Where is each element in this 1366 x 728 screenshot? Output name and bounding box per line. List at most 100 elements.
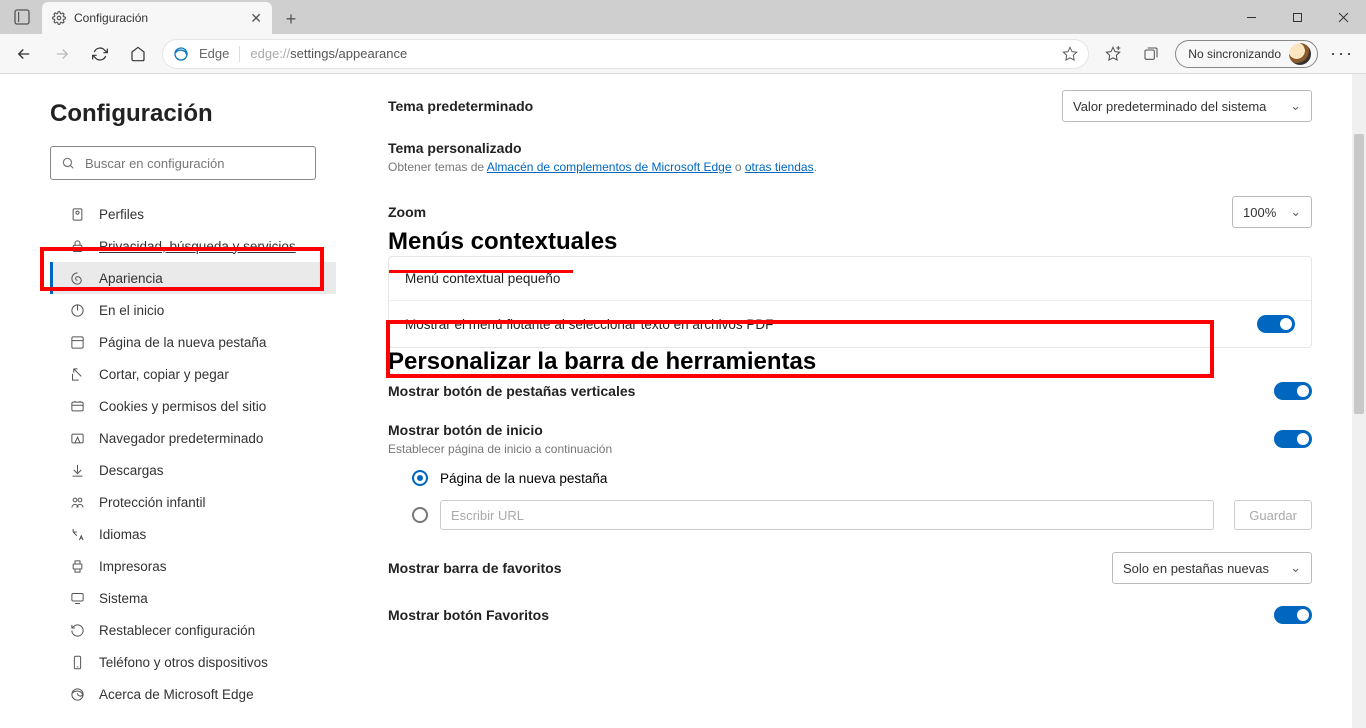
addons-store-link[interactable]: Almacén de complementos de Microsoft Edg…	[487, 160, 732, 174]
settings-content: Tema predeterminado Valor predeterminado…	[348, 74, 1352, 728]
refresh-button[interactable]	[86, 40, 114, 68]
minimize-button[interactable]	[1228, 0, 1274, 34]
sidebar-item-label: Protección infantil	[99, 495, 206, 510]
sidebar-item-p-gina-de-la-nueva-pesta-a[interactable]: Página de la nueva pestaña	[50, 326, 336, 358]
home-button-sub: Establecer página de inicio a continuaci…	[388, 442, 612, 456]
sidebar-item-label: Cookies y permisos del sitio	[99, 399, 266, 414]
sidebar-item-cortar-copiar-y-pegar[interactable]: Cortar, copiar y pegar	[50, 358, 336, 390]
collections-icon[interactable]	[1137, 40, 1165, 68]
mini-context-menu-row[interactable]: Menú contextual pequeño	[389, 257, 1311, 301]
default-theme-label: Tema predeterminado	[388, 98, 533, 114]
nav-icon	[69, 462, 85, 478]
nav-icon	[69, 430, 85, 446]
maximize-button[interactable]	[1274, 0, 1320, 34]
sidebar-item-descargas[interactable]: Descargas	[50, 454, 336, 486]
sidebar-item-perfiles[interactable]: Perfiles	[50, 198, 336, 230]
pdf-hover-menu-row: Mostrar el menú flotante al seleccionar …	[389, 301, 1311, 347]
home-button-label: Mostrar botón de inicio	[388, 422, 612, 438]
sidebar-item-tel-fono-y-otros-dispositivos[interactable]: Teléfono y otros dispositivos	[50, 646, 336, 678]
chevron-down-icon: ⌄	[1290, 204, 1301, 220]
profile-sync-pill[interactable]: No sincronizando	[1175, 40, 1318, 68]
zoom-select[interactable]: 100% ⌄	[1232, 196, 1312, 228]
search-input[interactable]: Buscar en configuración	[50, 146, 316, 180]
sidebar-item-restablecer-configuraci-n[interactable]: Restablecer configuración	[50, 614, 336, 646]
zoom-label: Zoom	[388, 204, 426, 220]
tab-title: Configuración	[74, 11, 242, 25]
home-button-toggle[interactable]	[1274, 430, 1312, 448]
sidebar-item-en-el-inicio[interactable]: En el inicio	[50, 294, 336, 326]
sync-label: No sincronizando	[1188, 47, 1281, 61]
nav-icon	[69, 558, 85, 574]
home-button[interactable]	[124, 40, 152, 68]
nav-icon	[69, 494, 85, 510]
sidebar-item-label: Privacidad, búsqueda y servicios	[99, 239, 296, 254]
avatar	[1289, 43, 1311, 65]
forward-button[interactable]	[48, 40, 76, 68]
pdf-hover-toggle[interactable]	[1257, 315, 1295, 333]
sidebar-item-label: Cortar, copiar y pegar	[99, 367, 229, 382]
default-theme-select[interactable]: Valor predeterminado del sistema ⌄	[1062, 90, 1312, 122]
favorites-bar-select[interactable]: Solo en pestañas nuevas ⌄	[1112, 552, 1312, 584]
tab-actions-icon[interactable]	[8, 3, 36, 31]
nav-icon	[69, 366, 85, 382]
save-url-button[interactable]: Guardar	[1234, 500, 1312, 530]
sidebar-item-sistema[interactable]: Sistema	[50, 582, 336, 614]
edge-icon	[173, 46, 189, 62]
vertical-tabs-toggle[interactable]	[1274, 382, 1312, 400]
favorites-icon[interactable]	[1099, 40, 1127, 68]
context-menus-heading: Menús contextuales	[388, 228, 1312, 256]
new-tab-button[interactable]: +	[276, 4, 306, 34]
sidebar-item-apariencia[interactable]: Apariencia	[50, 262, 336, 294]
nav-icon	[69, 270, 85, 286]
close-tab-icon[interactable]: ✕	[250, 10, 262, 27]
nav-icon	[69, 654, 85, 670]
custom-theme-sub: Obtener temas de Almacén de complementos…	[388, 160, 1312, 174]
sidebar-item-navegador-predeterminado[interactable]: Navegador predeterminado	[50, 422, 336, 454]
chevron-down-icon: ⌄	[1290, 98, 1301, 114]
nav-icon	[69, 238, 85, 254]
separator	[239, 46, 240, 62]
more-icon[interactable]: ···	[1328, 40, 1356, 68]
sidebar-item-protecci-n-infantil[interactable]: Protección infantil	[50, 486, 336, 518]
gear-icon	[52, 11, 66, 25]
sidebar-item-cookies-y-permisos-del-sitio[interactable]: Cookies y permisos del sitio	[50, 390, 336, 422]
nav-icon	[69, 334, 85, 350]
browser-toolbar: Edge edge://settings/appearance No sincr…	[0, 34, 1366, 74]
sidebar-item-idiomas[interactable]: Idiomas	[50, 518, 336, 550]
sidebar-item-label: Impresoras	[99, 559, 167, 574]
sidebar-item-acerca-de-microsoft-edge[interactable]: Acerca de Microsoft Edge	[50, 678, 336, 710]
radio-new-tab[interactable]	[412, 470, 428, 486]
vertical-tabs-label: Mostrar botón de pestañas verticales	[388, 383, 635, 399]
radio-new-tab-label: Página de la nueva pestaña	[440, 471, 607, 486]
sidebar-item-privacidad-b-squeda-y-servicios[interactable]: Privacidad, búsqueda y servicios	[50, 230, 336, 262]
sidebar-item-label: Página de la nueva pestaña	[99, 335, 266, 350]
sidebar-item-impresoras[interactable]: Impresoras	[50, 550, 336, 582]
sidebar-item-label: Apariencia	[99, 271, 163, 286]
sidebar-item-label: Navegador predeterminado	[99, 431, 263, 446]
nav-icon	[69, 622, 85, 638]
sidebar-item-label: Teléfono y otros dispositivos	[99, 655, 268, 670]
nav-icon	[69, 398, 85, 414]
favorites-bar-label: Mostrar barra de favoritos	[388, 560, 562, 576]
window-controls	[1228, 0, 1366, 34]
address-bar[interactable]: Edge edge://settings/appearance	[162, 39, 1089, 69]
customize-toolbar-heading: Personalizar la barra de herramientas	[388, 348, 1312, 376]
other-stores-link[interactable]: otras tiendas	[745, 160, 814, 174]
chevron-down-icon: ⌄	[1290, 560, 1301, 576]
sidebar-item-label: Acerca de Microsoft Edge	[99, 687, 254, 702]
radio-url[interactable]	[412, 507, 428, 523]
close-window-button[interactable]	[1320, 0, 1366, 34]
nav-icon	[69, 686, 85, 702]
scrollbar[interactable]	[1352, 74, 1366, 728]
home-url-input[interactable]: Escribir URL	[440, 500, 1214, 530]
back-button[interactable]	[10, 40, 38, 68]
browser-tab[interactable]: Configuración ✕	[42, 2, 272, 34]
nav-icon	[69, 526, 85, 542]
favorites-button-label: Mostrar botón Favoritos	[388, 607, 549, 623]
favorite-star-icon[interactable]	[1062, 46, 1078, 62]
scrollbar-thumb[interactable]	[1354, 134, 1364, 414]
sidebar-item-label: Descargas	[99, 463, 164, 478]
highlight-underline-heading	[389, 270, 573, 273]
favorites-button-toggle[interactable]	[1274, 606, 1312, 624]
nav-icon	[69, 590, 85, 606]
